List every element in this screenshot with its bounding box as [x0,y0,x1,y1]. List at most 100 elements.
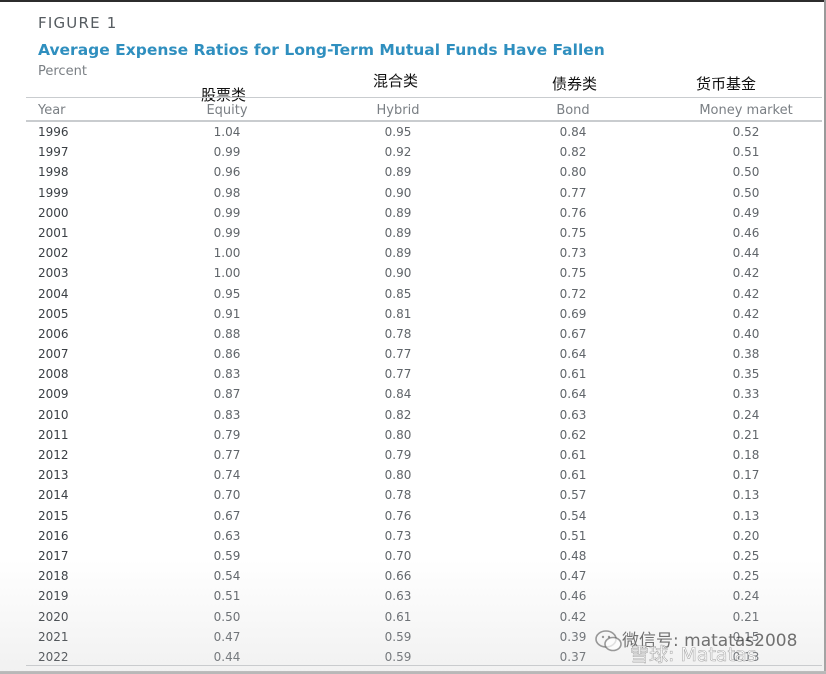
row-bond-value: 0.61 [559,367,587,382]
table-row: 2002 1.00 0.89 0.73 0.44 [0,243,826,263]
row-bond-value: 0.84 [559,125,587,139]
row-hybrid-value: 0.82 [384,407,412,422]
table-row: 2012 0.77 0.79 0.61 0.18 [0,445,826,465]
row-equity-value: 1.04 [213,125,241,139]
row-bond-value: 0.75 [559,225,587,240]
row-equity-value: 0.95 [213,286,241,301]
row-equity-value: 0.59 [213,548,241,563]
header-equity: Equity [206,103,248,118]
row-hybrid-value: 0.89 [384,246,412,261]
table-body: 1996 1.04 0.95 0.84 0.52 1997 0.99 0.92 0.82 0.51… [0,122,826,667]
table-row: 2006 0.88 0.78 0.67 0.40 [0,324,826,344]
row-bond-value: 0.73 [559,246,587,261]
row-year: 2009 [38,387,69,402]
header-hybrid: Hybrid [376,103,420,118]
table-row: 2004 0.95 0.85 0.72 0.42 [0,284,826,304]
row-equity-value: 0.63 [213,528,241,543]
row-year: 2000 [38,205,69,220]
row-year: 2017 [38,548,69,563]
figure-title: Average Expense Ratios for Long-Term Mut… [38,41,605,59]
table-row: 2003 1.00 0.90 0.75 0.42 [0,263,826,283]
row-hybrid-value: 0.89 [384,225,412,240]
row-year: 2006 [38,326,69,341]
row-hybrid-value: 0.78 [384,326,412,341]
row-year: 2018 [38,569,69,584]
row-money-market-value: 0.44 [732,246,760,261]
row-equity-value: 0.67 [213,508,241,523]
row-year: 2020 [38,609,69,624]
row-hybrid-value: 0.92 [384,145,412,160]
row-bond-value: 0.72 [559,286,587,301]
row-bond-value: 0.57 [559,488,587,503]
row-equity-value: 0.99 [213,205,241,220]
row-equity-value: 0.86 [213,347,241,362]
row-equity-value: 0.83 [213,367,241,382]
row-money-market-value: 0.42 [732,286,760,301]
table-row: 1997 0.99 0.92 0.82 0.51 [0,142,826,162]
row-money-market-value: 0.21 [732,609,760,624]
row-bond-value: 0.48 [559,548,587,563]
row-hybrid-value: 0.70 [384,548,412,563]
row-hybrid-value: 0.84 [384,387,412,402]
row-bond-value: 0.67 [559,326,587,341]
header-money-market: Money market [699,103,793,118]
row-hybrid-value: 0.59 [384,649,412,664]
row-year: 2008 [38,367,69,382]
row-year: 2014 [38,488,69,503]
row-money-market-value: 0.17 [732,468,760,483]
row-year: 1998 [38,165,69,180]
row-year: 2004 [38,286,69,301]
row-bond-value: 0.76 [559,205,587,220]
row-hybrid-value: 0.85 [384,286,412,301]
table-row: 2005 0.91 0.81 0.69 0.42 [0,304,826,324]
row-year: 2021 [38,629,69,644]
row-money-market-value: 0.42 [732,306,760,321]
row-bond-value: 0.42 [559,609,587,624]
table-row: 2017 0.59 0.70 0.48 0.25 [0,546,826,566]
row-bond-value: 0.46 [559,589,587,604]
row-equity-value: 0.70 [213,488,241,503]
table-row: 2015 0.67 0.76 0.54 0.13 [0,506,826,526]
table-row: 2009 0.87 0.84 0.64 0.33 [0,384,826,404]
row-year: 2007 [38,347,69,362]
header-bond: Bond [556,103,590,118]
row-money-market-value: 0.40 [732,326,760,341]
table-row: 2001 0.99 0.89 0.75 0.46 [0,223,826,243]
row-equity-value: 0.44 [213,649,241,664]
row-hybrid-value: 0.90 [384,185,412,200]
row-year: 1999 [38,185,69,200]
row-year: 2019 [38,589,69,604]
row-equity-value: 0.47 [213,629,241,644]
row-equity-value: 0.54 [213,569,241,584]
row-money-market-value: 0.13 [732,488,760,503]
row-equity-value: 0.51 [213,589,241,604]
row-hybrid-value: 0.90 [384,266,412,281]
table-row: 2000 0.99 0.89 0.76 0.49 [0,203,826,223]
equity-chinese-annotation: 股票类 [201,86,247,104]
table-row: 1999 0.98 0.90 0.77 0.50 [0,183,826,203]
row-money-market-value: 0.51 [732,145,760,160]
table-row: 2014 0.70 0.78 0.57 0.13 [0,485,826,505]
row-money-market-value: 0.52 [732,125,760,139]
row-year: 2010 [38,407,69,422]
row-money-market-value: 0.20 [732,528,760,543]
row-equity-value: 0.83 [213,407,241,422]
row-hybrid-value: 0.81 [384,306,412,321]
row-year: 2002 [38,246,69,261]
row-bond-value: 0.51 [559,528,587,543]
row-equity-value: 0.99 [213,145,241,160]
row-bond-value: 0.77 [559,185,587,200]
row-hybrid-value: 0.66 [384,569,412,584]
row-equity-value: 0.88 [213,326,241,341]
row-money-market-value: 0.25 [732,548,760,563]
table-row: 1998 0.96 0.89 0.80 0.50 [0,162,826,182]
row-money-market-value: 0.50 [732,165,760,180]
table-row: 2013 0.74 0.80 0.61 0.17 [0,465,826,485]
money-market-chinese-annotation: 货币基金 [696,75,757,93]
table-row: 2011 0.79 0.80 0.62 0.21 [0,425,826,445]
table-row: 2010 0.83 0.82 0.63 0.24 [0,405,826,425]
row-bond-value: 0.64 [559,387,587,402]
row-year: 2011 [38,427,69,442]
row-money-market-value: 0.38 [732,347,760,362]
row-bond-value: 0.80 [559,165,587,180]
